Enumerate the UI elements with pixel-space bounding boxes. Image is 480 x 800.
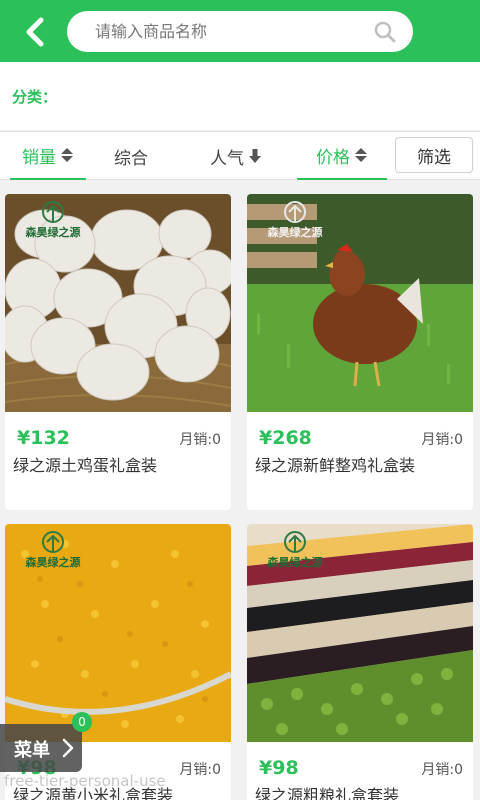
sort-sales-label: 销量: [22, 147, 56, 168]
product-card[interactable]: 森昊绿之源 ¥98 月销:0 绿之源粗粮礼盒套装: [247, 524, 473, 800]
sort-popularity[interactable]: 人气: [200, 132, 272, 180]
sort-comprehensive[interactable]: 综合: [100, 132, 162, 180]
brand-logo: 森昊绿之源: [13, 530, 93, 570]
filter-button[interactable]: 筛选: [395, 137, 473, 173]
top-bar: [0, 0, 480, 62]
menu-button[interactable]: 菜单: [0, 724, 82, 772]
brand-logo: 森昊绿之源: [255, 200, 335, 240]
cart-count-badge: 0: [72, 712, 92, 732]
sort-price-label: 价格: [316, 147, 350, 168]
brand-logo: 森昊绿之源: [255, 530, 335, 570]
product-name: 绿之源粗粮礼盒套装: [255, 786, 400, 800]
monthly-sales: 月销:0: [421, 762, 463, 778]
search-box[interactable]: [67, 11, 413, 52]
product-card[interactable]: 森昊绿之源 ¥132 月销:0 绿之源土鸡蛋礼盒装: [5, 194, 231, 510]
search-icon[interactable]: [373, 20, 397, 44]
product-name: 绿之源新鲜整鸡礼盒装: [255, 456, 416, 475]
product-card[interactable]: 森昊绿之源 ¥268 月销:0 绿之源新鲜整鸡礼盒装: [247, 194, 473, 510]
sort-updown-icon: [61, 148, 73, 162]
product-price: ¥98: [259, 757, 299, 779]
chevron-left-icon: [26, 17, 44, 47]
monthly-sales: 月销:0: [421, 432, 463, 448]
arrow-down-icon: [249, 149, 261, 163]
product-price: ¥268: [259, 427, 312, 449]
sort-sales[interactable]: 销量: [10, 132, 86, 180]
sort-price[interactable]: 价格: [297, 132, 387, 180]
monthly-sales: 月销:0: [179, 762, 221, 778]
category-row: 分类：: [0, 62, 480, 130]
sort-popularity-label: 人气: [210, 148, 244, 169]
sort-comprehensive-label: 综合: [114, 148, 148, 169]
monthly-sales: 月销:0: [179, 432, 221, 448]
sort-updown-icon: [355, 148, 367, 162]
search-input[interactable]: [95, 11, 365, 52]
back-button[interactable]: [18, 14, 54, 50]
menu-label: 菜单: [14, 740, 50, 761]
brand-logo: 森昊绿之源: [13, 200, 93, 240]
chevron-right-icon: [62, 738, 74, 758]
sort-bar: 销量 综合 人气 价格 筛选: [0, 131, 480, 180]
product-price: ¥132: [17, 427, 70, 449]
category-label: 分类：: [12, 88, 58, 106]
product-name: 绿之源土鸡蛋礼盒装: [13, 456, 158, 475]
watermark: free-tier-personal-use: [4, 772, 166, 790]
